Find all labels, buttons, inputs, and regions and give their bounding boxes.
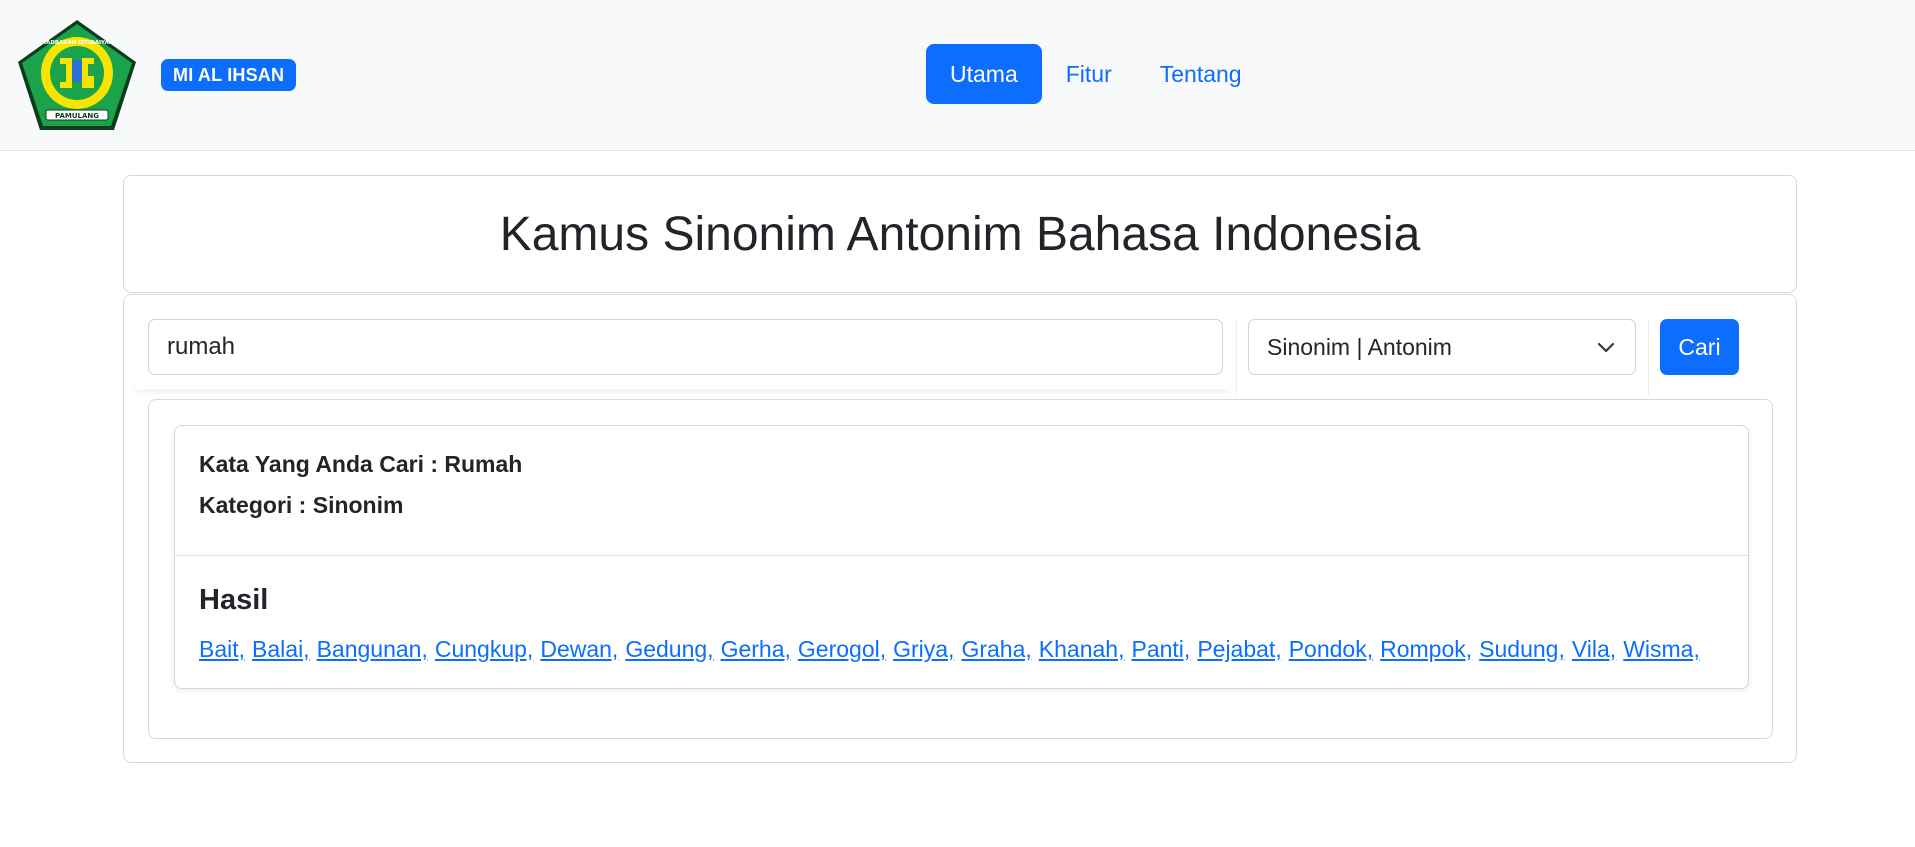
- synonym-link[interactable]: Vila,: [1572, 636, 1616, 663]
- svg-text:PAMULANG: PAMULANG: [55, 112, 99, 120]
- result-container: Kata Yang Anda Cari : Rumah Kategori : S…: [148, 399, 1773, 739]
- synonym-link[interactable]: Pondok,: [1289, 636, 1373, 663]
- synonym-link[interactable]: Graha,: [961, 636, 1031, 663]
- synonym-link[interactable]: Rompok,: [1380, 636, 1472, 663]
- chevron-down-icon: [1597, 342, 1615, 353]
- synonym-link[interactable]: Panti,: [1131, 636, 1190, 663]
- search-button[interactable]: Cari: [1660, 319, 1739, 375]
- synonym-link[interactable]: Bait,: [199, 636, 245, 663]
- result-heading: Hasil: [199, 584, 269, 616]
- synonym-link[interactable]: Cungkup,: [435, 636, 533, 663]
- nav-link-utama[interactable]: Utama: [926, 44, 1042, 104]
- school-logo[interactable]: PAMULANG MADRASAH IBTIDAIYAH: [16, 18, 138, 132]
- synonym-link[interactable]: Balai,: [252, 636, 310, 663]
- column-divider: [1648, 319, 1649, 395]
- synonym-list: Bait, Balai, Bangunan, Cungkup, Dewan, Gedung…: [199, 636, 1707, 663]
- search-input[interactable]: [148, 319, 1223, 375]
- nav-link-fitur[interactable]: Fitur: [1042, 44, 1136, 104]
- synonym-link[interactable]: Pejabat,: [1197, 636, 1281, 663]
- synonym-link[interactable]: Wisma,: [1623, 636, 1700, 663]
- synonym-link[interactable]: Bangunan,: [317, 636, 428, 663]
- synonym-link[interactable]: Gerha,: [721, 636, 791, 663]
- brand-badge[interactable]: MI AL IHSAN: [161, 59, 297, 91]
- result-header: Kata Yang Anda Cari : Rumah Kategori : S…: [175, 426, 1748, 556]
- category-select[interactable]: Sinonim | Antonim: [1248, 319, 1636, 375]
- search-card: Sinonim | Antonim Cari Kata Yang Anda Ca…: [123, 294, 1797, 763]
- navbar: PAMULANG MADRASAH IBTIDAIYAH MI AL IHSAN…: [0, 0, 1915, 151]
- search-column-shadow: [136, 379, 1230, 389]
- column-divider: [1236, 319, 1237, 395]
- synonym-link[interactable]: Griya,: [893, 636, 954, 663]
- page-title: Kamus Sinonim Antonim Bahasa Indonesia: [499, 207, 1421, 261]
- searched-word-text: Kata Yang Anda Cari : Rumah: [199, 451, 523, 477]
- main-nav: Utama Fitur Tentang: [926, 44, 1266, 104]
- category-text: Kategori : Sinonim: [199, 492, 404, 518]
- synonym-link[interactable]: Gerogol,: [798, 636, 886, 663]
- synonym-link[interactable]: Khanah,: [1039, 636, 1125, 663]
- synonym-link[interactable]: Gedung,: [625, 636, 713, 663]
- category-select-value: Sinonim | Antonim: [1267, 333, 1452, 360]
- nav-link-tentang[interactable]: Tentang: [1136, 44, 1266, 104]
- synonym-link[interactable]: Dewan,: [540, 636, 618, 663]
- title-card: Kamus Sinonim Antonim Bahasa Indonesia: [123, 175, 1797, 293]
- synonym-link[interactable]: Sudung,: [1479, 636, 1565, 663]
- result-card: Kata Yang Anda Cari : Rumah Kategori : S…: [174, 425, 1749, 689]
- svg-text:MADRASAH IBTIDAIYAH: MADRASAH IBTIDAIYAH: [41, 40, 114, 46]
